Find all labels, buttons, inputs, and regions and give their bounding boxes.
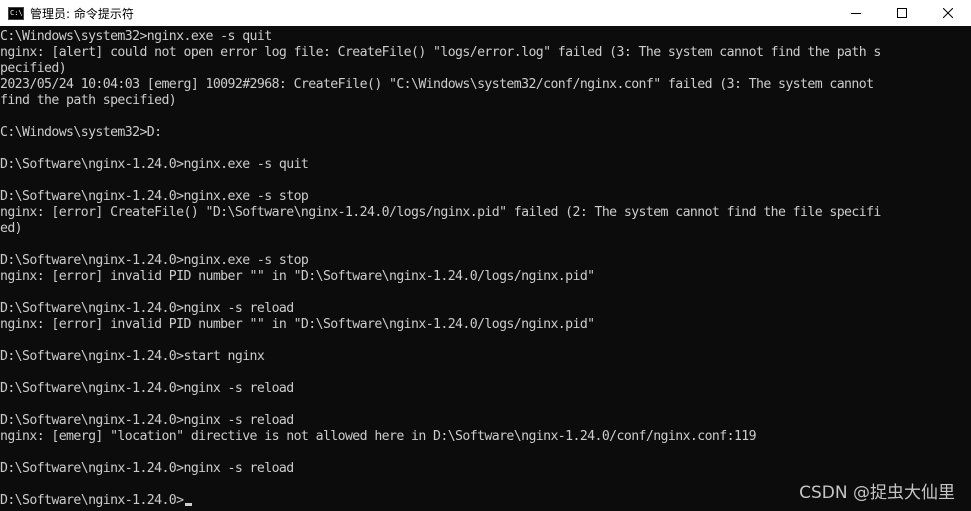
minimize-button[interactable] [833, 0, 879, 26]
console-output[interactable]: C:\Windows\system32>nginx.exe -s quit ngi… [0, 29, 971, 511]
console-line: nginx: [alert] could not open error log … [0, 45, 881, 60]
console-line: nginx: [error] CreateFile() "D:\Software… [0, 205, 881, 220]
close-icon [943, 8, 953, 18]
minimize-icon [851, 13, 861, 14]
console-line: D:\Software\nginx-1.24.0>nginx.exe -s st… [0, 253, 309, 268]
console-line: find the path specified) [0, 93, 177, 108]
console-line: D:\Software\nginx-1.24.0>nginx.exe -s st… [0, 189, 309, 204]
watermark: CSDN @捉虫大仙里 [799, 483, 955, 503]
console-line: ed) [0, 221, 23, 236]
command-prompt-window: C:\ 管理员: 命令提示符 C:\Windows\system32>nginx… [0, 0, 971, 511]
console-line: nginx: [error] invalid PID number "" in … [0, 269, 595, 284]
window-controls [833, 0, 971, 26]
console-icon: C:\ [8, 6, 24, 20]
console-line: D:\Software\nginx-1.24.0>nginx -s reload [0, 301, 294, 316]
text-cursor [184, 503, 192, 506]
console-line: D:\Software\nginx-1.24.0>nginx -s reload [0, 381, 294, 396]
console-line: nginx: [error] invalid PID number "" in … [0, 317, 595, 332]
console-line: D:\Software\nginx-1.24.0>nginx -s reload [0, 413, 294, 428]
console-line: nginx: [emerg] "location" directive is n… [0, 429, 757, 444]
console-line: D:\Software\nginx-1.24.0>nginx.exe -s qu… [0, 157, 309, 172]
title-bar[interactable]: C:\ 管理员: 命令提示符 [0, 0, 971, 26]
close-button[interactable] [925, 0, 971, 26]
console-line: pecified) [0, 61, 67, 76]
maximize-button[interactable] [879, 0, 925, 26]
console-line: 2023/05/24 10:04:03 [emerg] 10092#2968: … [0, 77, 874, 92]
console-line: D:\Software\nginx-1.24.0>start nginx [0, 349, 265, 364]
maximize-icon [897, 8, 907, 18]
console-line: C:\Windows\system32>nginx.exe -s quit [0, 29, 272, 44]
console-line: C:\Windows\system32>D: [0, 125, 162, 140]
console-line: D:\Software\nginx-1.24.0>nginx -s reload [0, 461, 294, 476]
window-title: 管理员: 命令提示符 [30, 6, 134, 21]
